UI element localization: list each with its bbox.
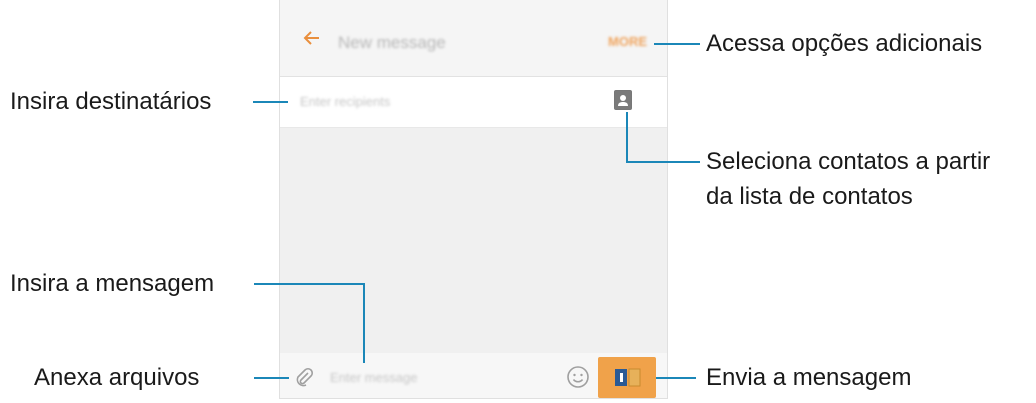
callout-more-options: Acessa opções adicionais xyxy=(706,30,983,57)
recipients-field[interactable]: Enter recipients xyxy=(280,77,667,128)
callout-line-send xyxy=(656,377,696,379)
back-arrow-icon[interactable] xyxy=(302,28,322,48)
more-button[interactable]: MORE xyxy=(608,34,647,49)
callout-select-contacts-line2: da lista de contatos xyxy=(706,183,913,210)
message-input[interactable]: Enter message xyxy=(330,370,417,385)
callout-line-attach xyxy=(254,377,289,379)
callout-enter-message: Insira a mensagem xyxy=(10,270,215,297)
app-title: New message xyxy=(338,33,446,52)
callout-send-message: Envia a mensagem xyxy=(706,364,912,391)
callout-line-more xyxy=(654,43,700,45)
message-thread-area xyxy=(280,128,667,353)
callout-line-recipients xyxy=(253,101,288,103)
send-icon xyxy=(615,368,641,387)
emoji-icon[interactable] xyxy=(566,365,590,394)
callout-enter-recipients: Insira destinatários xyxy=(10,88,212,115)
app-bar: New message MORE xyxy=(280,0,667,77)
send-button[interactable] xyxy=(598,357,656,398)
composer-bar: Enter message xyxy=(280,353,667,398)
paperclip-icon[interactable] xyxy=(294,367,314,392)
callout-attach-files: Anexa arquivos xyxy=(34,364,200,391)
callout-line-message-horizontal xyxy=(254,283,365,285)
callout-select-contacts-line1: Seleciona contatos a partir xyxy=(706,148,991,175)
callout-line-contacts-horizontal xyxy=(626,161,700,163)
messaging-screen: New message MORE Enter recipients Enter … xyxy=(280,0,667,398)
recipients-input[interactable]: Enter recipients xyxy=(300,94,390,109)
contact-picker-icon[interactable] xyxy=(614,90,632,110)
callout-line-contacts-vertical xyxy=(626,112,628,163)
callout-line-message-vertical xyxy=(363,283,365,363)
